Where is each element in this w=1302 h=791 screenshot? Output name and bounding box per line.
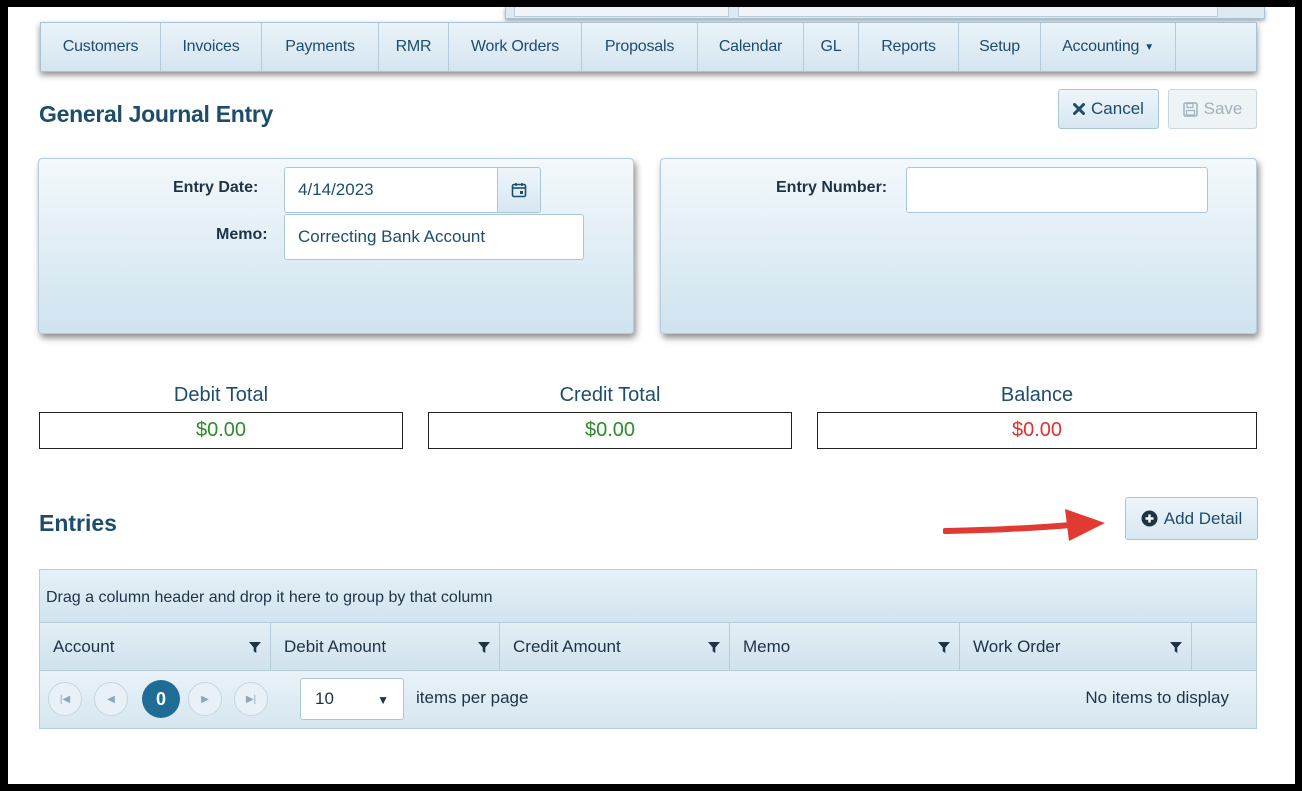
current-page-button[interactable]: 0 xyxy=(142,680,180,718)
nav-reports[interactable]: Reports xyxy=(859,23,959,71)
memo-value: Correcting Bank Account xyxy=(298,227,486,246)
nav-label: Setup xyxy=(979,38,1020,55)
debit-total-label: Debit Total xyxy=(173,384,269,406)
save-button[interactable]: Save xyxy=(1168,89,1257,129)
nav-label: Proposals xyxy=(604,38,675,55)
entry-number-label: Entry Number: xyxy=(776,179,888,196)
entry-number-panel: Entry Number: xyxy=(660,158,1257,334)
column-label: Memo xyxy=(743,636,791,656)
page-size-value: 10 xyxy=(315,689,334,708)
nav-label: Accounting xyxy=(1062,38,1140,55)
nav-label: Work Orders xyxy=(470,38,560,55)
column-header-account[interactable]: Account xyxy=(40,623,271,670)
chevron-down-icon: ▼ xyxy=(377,693,389,707)
filter-icon[interactable] xyxy=(707,640,721,654)
nav-label: Payments xyxy=(285,38,355,55)
memo-label: Memo: xyxy=(216,226,268,243)
cancel-button[interactable]: Cancel xyxy=(1058,89,1159,129)
add-detail-label: Add Detail xyxy=(1163,508,1243,528)
filter-icon[interactable] xyxy=(937,640,951,654)
nav-payments[interactable]: Payments xyxy=(262,23,379,71)
nav-setup[interactable]: Setup xyxy=(959,23,1041,71)
nav-label: Calendar xyxy=(718,38,783,55)
entry-date-value: 4/14/2023 xyxy=(298,180,374,199)
nav-label: Invoices xyxy=(182,38,240,55)
column-label: Work Order xyxy=(973,636,1061,656)
entry-date-input[interactable]: 4/14/2023 xyxy=(284,167,498,213)
column-label: Credit Amount xyxy=(513,636,621,656)
balance-label: Balance xyxy=(1000,384,1074,406)
nav-calendar[interactable]: Calendar xyxy=(698,23,804,71)
nav-label: Customers xyxy=(62,38,139,55)
first-page-icon[interactable]: |◀ xyxy=(48,682,82,716)
nav-rmr[interactable]: RMR xyxy=(379,23,449,71)
close-icon xyxy=(1073,103,1086,115)
credit-total-value: $0.00 xyxy=(428,412,792,449)
nav-label: RMR xyxy=(395,38,432,55)
nav-label: GL xyxy=(820,38,842,55)
filter-icon[interactable] xyxy=(477,640,491,654)
column-header-credit-amount[interactable]: Credit Amount xyxy=(500,623,730,670)
entries-title: Entries xyxy=(39,510,117,536)
next-page-icon[interactable]: ▶ xyxy=(188,682,222,716)
nav-accounting[interactable]: Accounting ▼ xyxy=(1041,23,1176,71)
grid-pager: |◀ ◀ 0 ▶ ▶| 10 ▼ items per page No items… xyxy=(40,671,1256,728)
plus-circle-icon xyxy=(1141,510,1158,527)
nav-label: Reports xyxy=(881,38,936,55)
top-toolbar-partial xyxy=(505,7,1265,19)
items-per-page-label: items per page xyxy=(416,688,529,707)
nav-gl[interactable]: GL xyxy=(804,23,859,71)
column-header-memo[interactable]: Memo xyxy=(730,623,960,670)
entry-number-input[interactable] xyxy=(906,167,1208,213)
nav-proposals[interactable]: Proposals xyxy=(582,23,698,71)
top-toolbar-search[interactable] xyxy=(738,7,1218,17)
nav-invoices[interactable]: Invoices xyxy=(161,23,262,71)
filter-icon[interactable] xyxy=(248,640,262,654)
column-header-work-order[interactable]: Work Order xyxy=(960,623,1192,670)
entry-details-panel: Entry Date: 4/14/2023 Memo: Correcting B… xyxy=(38,158,634,334)
current-page-number: 0 xyxy=(155,688,166,709)
memo-input[interactable]: Correcting Bank Account xyxy=(284,214,584,260)
top-toolbar-field[interactable] xyxy=(514,7,729,17)
red-arrow-annotation xyxy=(943,509,1105,541)
grid-header-row: Account Debit Amount Credit Amount Memo … xyxy=(40,622,1256,671)
date-picker-button[interactable] xyxy=(497,167,541,213)
calendar-icon xyxy=(511,183,527,198)
debit-total-value: $0.00 xyxy=(39,412,403,449)
entry-date-label: Entry Date: xyxy=(173,179,259,196)
last-page-icon[interactable]: ▶| xyxy=(234,682,268,716)
column-label: Debit Amount xyxy=(284,636,387,656)
app-window: Customers Invoices Payments RMR Work Ord… xyxy=(8,7,1295,784)
column-label: Account xyxy=(53,636,115,656)
page-title: General Journal Entry xyxy=(39,101,273,127)
balance-value: $0.00 xyxy=(817,412,1257,449)
page-size-select[interactable]: 10 ▼ xyxy=(300,678,404,720)
group-hint-text: Drag a column header and drop it here to… xyxy=(46,589,493,606)
entries-grid: Drag a column header and drop it here to… xyxy=(39,569,1257,729)
column-header-debit-amount[interactable]: Debit Amount xyxy=(271,623,500,670)
filter-icon[interactable] xyxy=(1169,640,1183,654)
add-detail-button[interactable]: Add Detail xyxy=(1125,497,1258,540)
save-label: Save xyxy=(1203,99,1243,118)
credit-total-label: Credit Total xyxy=(559,384,661,406)
main-navbar: Customers Invoices Payments RMR Work Ord… xyxy=(40,22,1257,72)
floppy-disk-icon xyxy=(1182,101,1198,117)
nav-work-orders[interactable]: Work Orders xyxy=(449,23,582,71)
pager-status: No items to display xyxy=(1085,688,1229,707)
prev-page-icon[interactable]: ◀ xyxy=(94,682,128,716)
caret-down-icon: ▼ xyxy=(1144,41,1154,53)
nav-customers[interactable]: Customers xyxy=(41,23,161,71)
group-drop-zone[interactable]: Drag a column header and drop it here to… xyxy=(40,570,1256,622)
cancel-label: Cancel xyxy=(1091,99,1144,118)
